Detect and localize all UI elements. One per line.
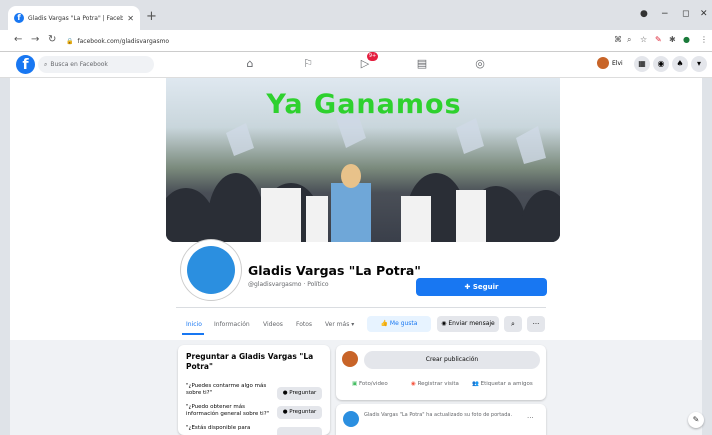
new-tab-icon[interactable]: +: [146, 9, 157, 24]
home-icon[interactable]: ⌂: [242, 57, 258, 70]
tab-videos[interactable]: Videos: [263, 321, 283, 328]
url-text: facebook.com/gladisvargasmo: [77, 37, 170, 45]
tag-friends-button[interactable]: 👥 Etiquetar a amigos: [472, 381, 533, 387]
post-header-text: Gladis Vargas "La Potra" ha actualizado …: [364, 412, 513, 418]
ask-card-title: Preguntar a Gladis Vargas "La Potra": [186, 352, 314, 371]
active-tab-underline: [182, 333, 204, 335]
horse-logo-icon: [187, 246, 235, 294]
translate-icon[interactable]: ⌘: [614, 35, 622, 44]
menu-grid-icon[interactable]: ▦: [634, 56, 650, 72]
search-placeholder: Busca en Facebook: [50, 61, 108, 68]
profile-chip[interactable]: Elvi: [597, 57, 623, 69]
avatar: [342, 351, 358, 367]
photo-icon: ▣: [352, 381, 359, 387]
tab-inicio[interactable]: Inicio: [186, 321, 202, 328]
create-post-button[interactable]: Crear publicación: [364, 351, 540, 369]
profile-dot-icon[interactable]: ●: [640, 9, 648, 19]
marketplace-icon[interactable]: ▤: [414, 57, 430, 70]
notifications-bell-icon[interactable]: ♠: [672, 56, 688, 72]
messenger-icon[interactable]: ◉: [653, 56, 669, 72]
cover-slogan: Ya Ganamos: [266, 89, 462, 120]
follow-icon: ✚: [464, 283, 473, 291]
avatar[interactable]: [343, 411, 359, 427]
photo-video-button[interactable]: ▣ Foto/video: [352, 381, 388, 387]
ask-label: Preguntar: [289, 409, 317, 415]
groups-icon[interactable]: ◎: [472, 57, 488, 70]
facebook-search-input[interactable]: ⌕ Busca en Facebook: [38, 56, 154, 73]
close-tab-icon[interactable]: ✕: [127, 14, 134, 23]
back-icon[interactable]: ←: [14, 34, 22, 45]
follow-button[interactable]: ✚ Seguir: [416, 278, 547, 296]
page-search-icon[interactable]: ⌕: [504, 316, 522, 332]
account-chevron-icon[interactable]: ▾: [691, 56, 707, 72]
tab-fotos[interactable]: Fotos: [296, 321, 312, 328]
ask-button[interactable]: [277, 427, 322, 435]
page-title: Gladis Vargas "La Potra": [248, 263, 421, 278]
tag-friends-icon: 👥: [472, 381, 481, 387]
pages-flag-icon[interactable]: ⚐: [300, 57, 316, 70]
message-label: Enviar mensaje: [448, 320, 495, 327]
facebook-favicon-icon: f: [14, 13, 24, 23]
tab-informacion[interactable]: Información: [214, 321, 250, 328]
divider: [176, 307, 546, 308]
profile-picture[interactable]: [181, 240, 241, 300]
tab-title: Gladis Vargas "La Potra" | Facebo...: [28, 14, 124, 22]
address-bar[interactable]: 🔒 facebook.com/gladisvargasmo: [66, 33, 646, 49]
facebook-logo-icon[interactable]: f: [16, 55, 35, 74]
more-options-icon[interactable]: ···: [527, 316, 545, 332]
maximize-icon[interactable]: ◻: [682, 9, 689, 19]
avatar: [597, 57, 609, 69]
minimize-icon[interactable]: −: [661, 9, 669, 19]
follow-label: Seguir: [472, 283, 499, 291]
search-icon: ⌕: [44, 60, 48, 68]
message-button[interactable]: ◉ Enviar mensaje: [437, 316, 499, 332]
ask-label: Preguntar: [289, 390, 317, 396]
edit-compose-icon[interactable]: ✎: [688, 412, 704, 428]
profile-avatar-icon[interactable]: ●: [683, 35, 690, 44]
bookmark-star-icon[interactable]: ☆: [640, 35, 647, 44]
zoom-icon[interactable]: ⌕: [627, 35, 631, 45]
check-in-label: Registrar visita: [417, 381, 459, 387]
chrome-menu-icon[interactable]: ⋮: [700, 35, 708, 44]
tab-ver-mas[interactable]: Ver más ▾: [325, 321, 354, 328]
page-handle: @gladisvargasmo · Político: [248, 281, 329, 288]
close-window-icon[interactable]: ✕: [700, 9, 708, 19]
notification-badge: 9+: [367, 52, 378, 61]
ask-button[interactable]: ● Preguntar: [277, 387, 322, 400]
forward-icon[interactable]: →: [31, 34, 39, 45]
extension-icon[interactable]: ✎: [655, 35, 662, 44]
question-text: "¿Puedo obtener más información general …: [186, 404, 270, 417]
reload-icon[interactable]: ↻: [48, 34, 56, 45]
tag-friends-label: Etiquetar a amigos: [480, 381, 533, 387]
question-text: "¿Estás disponible para: [186, 425, 251, 431]
extensions-puzzle-icon[interactable]: ✱: [669, 35, 676, 44]
like-label: Me gusta: [389, 320, 418, 327]
photo-video-label: Foto/video: [358, 381, 388, 387]
post-options-icon[interactable]: ···: [527, 414, 534, 422]
post-card: [336, 404, 546, 435]
lock-icon: 🔒: [66, 37, 74, 45]
check-in-button[interactable]: ◉ Registrar visita: [411, 381, 459, 387]
like-button[interactable]: 👍 Me gusta: [367, 316, 431, 332]
thumbs-up-icon: 👍: [380, 320, 390, 327]
question-text: "¿Puedes contarme algo más sobre ti?": [186, 383, 267, 396]
ask-button[interactable]: ● Preguntar: [277, 406, 322, 419]
profile-name: Elvi: [612, 59, 623, 67]
browser-tab[interactable]: f Gladis Vargas "La Potra" | Facebo... ✕: [8, 6, 140, 30]
